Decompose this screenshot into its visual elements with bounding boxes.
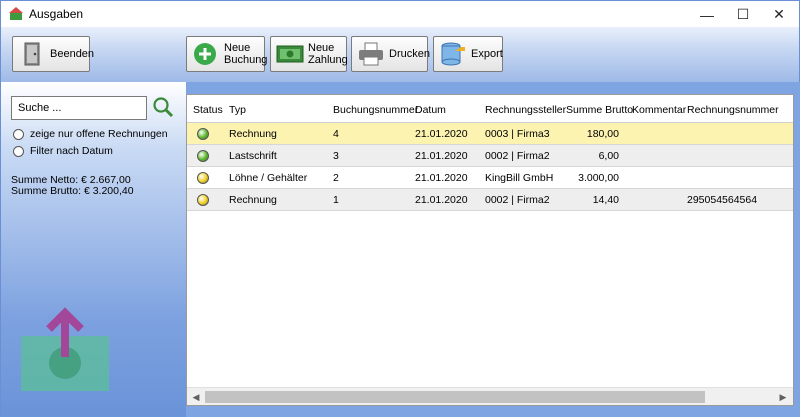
title-bar: Ausgaben — ☐ ✕: [0, 0, 800, 27]
print-label: Drucken: [389, 48, 430, 60]
printer-icon: [359, 42, 383, 66]
sidebar: Suche ... zeige nur offene Rechnungen Fi…: [0, 82, 186, 417]
plus-circle-icon: [194, 43, 216, 65]
cell-booking-number: 1: [333, 194, 339, 206]
table-header: Status Typ Buchungsnummer Datum Rechnung…: [187, 95, 793, 123]
export-label: Export: [471, 48, 503, 60]
bookings-table: Status Typ Buchungsnummer Datum Rechnung…: [186, 94, 794, 406]
minimize-button[interactable]: —: [689, 1, 725, 28]
col-comment[interactable]: Kommentar: [632, 104, 686, 116]
horizontal-scrollbar[interactable]: ◀ ▶: [187, 387, 793, 405]
app-icon: [9, 7, 23, 20]
status-indicator-icon: [197, 172, 209, 184]
col-status[interactable]: Status: [193, 104, 223, 116]
new-booking-label: Neue Buchung: [224, 42, 268, 66]
money-bill-icon: [276, 45, 304, 63]
col-date[interactable]: Datum: [415, 104, 446, 116]
close-button[interactable]: ✕: [761, 1, 797, 28]
col-total-gross[interactable]: Summe Brutto: [566, 104, 633, 116]
col-issuer[interactable]: Rechnungssteller: [485, 104, 566, 116]
table-row[interactable]: Lastschrift 3 21.01.2020 0002 | Firma2 6,00: [187, 145, 793, 167]
toolbar: Beenden Neue Buchung Neue Zahlung Drucke…: [0, 27, 800, 82]
cell-type: Rechnung: [229, 128, 277, 140]
filter-date-radio[interactable]: [13, 145, 24, 157]
cell-invoice-number: 295054564564: [687, 194, 758, 206]
col-invoice-number[interactable]: Rechnungsnummer: [687, 104, 779, 116]
sum-gross: Summe Brutto: € 3.200,40: [11, 185, 134, 197]
export-button[interactable]: Export: [433, 36, 503, 72]
cell-total-gross: 180,00: [586, 128, 619, 140]
door-exit-icon: [24, 42, 40, 66]
status-indicator-icon: [197, 128, 209, 140]
scroll-right-arrow[interactable]: ▶: [775, 390, 791, 404]
quit-label: Beenden: [50, 48, 95, 60]
search-input[interactable]: Suche ...: [11, 96, 147, 120]
cell-total-gross: 14,40: [592, 194, 619, 206]
new-payment-label: Neue Zahlung: [308, 42, 348, 66]
quit-button[interactable]: Beenden: [12, 36, 94, 72]
cell-total-gross: 3.000,00: [578, 172, 619, 184]
cell-booking-number: 4: [333, 128, 339, 140]
cell-type: Lastschrift: [229, 150, 277, 162]
new-payment-button[interactable]: Neue Zahlung: [270, 36, 348, 72]
table-row[interactable]: Rechnung 1 21.01.2020 0002 | Firma2 14,40 295…: [187, 189, 793, 211]
filter-date-label: Filter nach Datum: [30, 145, 113, 157]
export-database-icon: [441, 42, 465, 66]
scroll-thumb[interactable]: [205, 391, 705, 403]
window-title: Ausgaben: [29, 7, 84, 21]
filter-open-radio[interactable]: [13, 128, 24, 140]
cell-booking-number: 2: [333, 172, 339, 184]
cell-date: 21.01.2020: [415, 194, 468, 206]
print-button[interactable]: Drucken: [351, 36, 430, 72]
cell-date: 21.01.2020: [415, 172, 468, 184]
cell-date: 21.01.2020: [415, 128, 468, 140]
upload-money-icon: [21, 307, 109, 391]
search-icon[interactable]: [151, 95, 175, 119]
cell-date: 21.01.2020: [415, 150, 468, 162]
maximize-button[interactable]: ☐: [725, 1, 761, 28]
filter-open-label: zeige nur offene Rechnungen: [30, 128, 168, 140]
filter-date-option[interactable]: Filter nach Datum: [13, 145, 113, 157]
col-booking-number[interactable]: Buchungsnummer: [333, 104, 418, 116]
cell-total-gross: 6,00: [598, 150, 619, 162]
cell-type: Rechnung: [229, 194, 277, 206]
cell-type: Löhne / Gehälter: [229, 172, 308, 184]
status-indicator-icon: [197, 194, 209, 206]
scroll-left-arrow[interactable]: ◀: [188, 390, 204, 404]
col-type[interactable]: Typ: [229, 104, 246, 116]
table-row[interactable]: Löhne / Gehälter 2 21.01.2020 KingBill GmbH…: [187, 167, 793, 189]
cell-booking-number: 3: [333, 150, 339, 162]
new-booking-button[interactable]: Neue Buchung: [186, 36, 268, 72]
filter-open-invoices-option[interactable]: zeige nur offene Rechnungen: [13, 128, 168, 140]
table-row[interactable]: Rechnung 4 21.01.2020 0003 | Firma3 180,00: [187, 123, 793, 145]
status-indicator-icon: [197, 150, 209, 162]
